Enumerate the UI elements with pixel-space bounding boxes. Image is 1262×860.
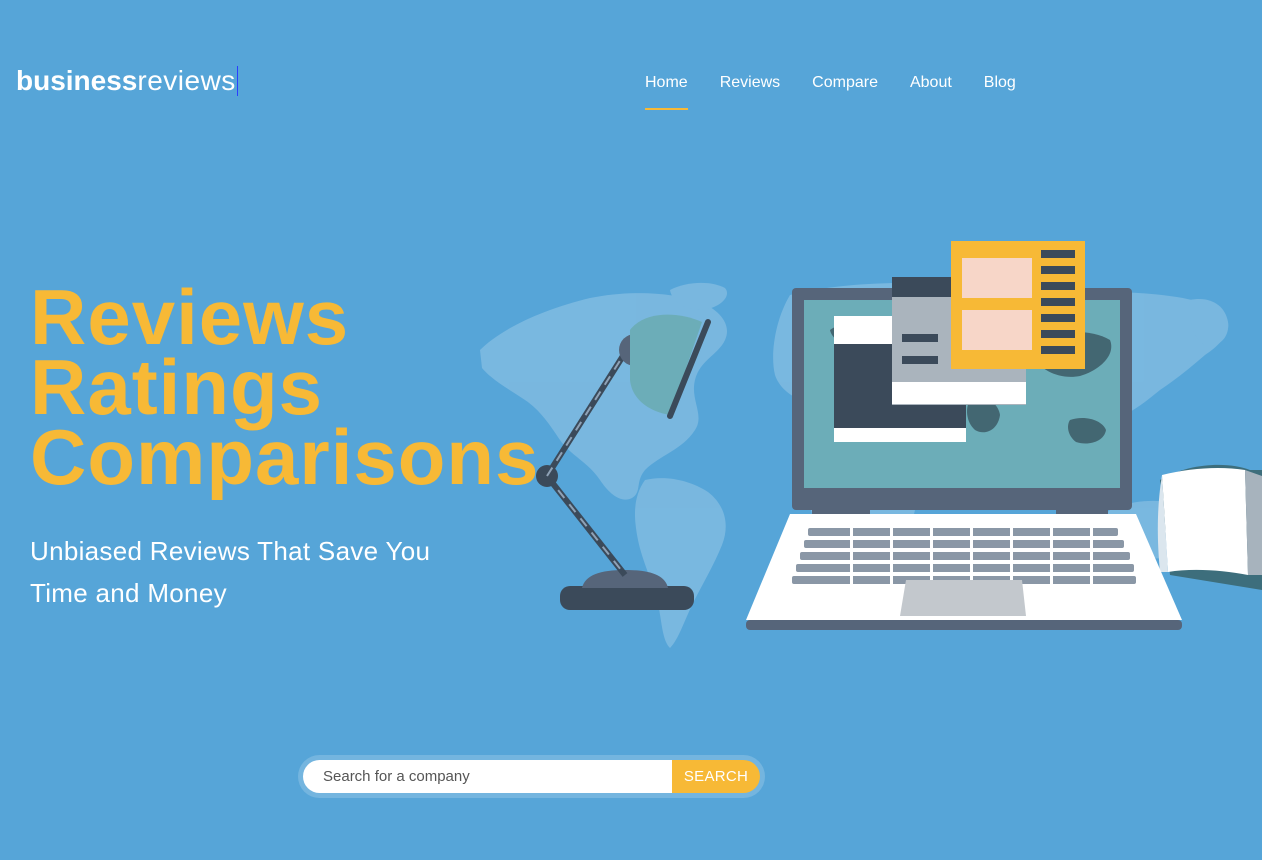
search-input[interactable] <box>303 760 672 793</box>
open-book-icon <box>1157 464 1262 590</box>
hero-line-reviews: Reviews <box>30 273 350 361</box>
text-caret <box>236 66 238 96</box>
logo-light-text: reviews <box>137 65 236 96</box>
search-bar: SEARCH <box>298 755 765 798</box>
hero-line-comparisons: Comparisons <box>30 413 540 501</box>
main-nav: Home Reviews Compare About Blog <box>645 74 1016 110</box>
hero-subtitle: Unbiased Reviews That Save You Time and … <box>30 536 431 608</box>
nav-item-compare[interactable]: Compare <box>812 74 878 110</box>
nav-item-about[interactable]: About <box>910 74 952 110</box>
search-button[interactable]: SEARCH <box>672 760 760 793</box>
logo-bold-text: business <box>16 65 138 96</box>
nav-item-reviews[interactable]: Reviews <box>720 74 780 110</box>
nav-item-home[interactable]: Home <box>645 74 688 110</box>
hero-illustration <box>480 241 1262 648</box>
hero-line-ratings: Ratings <box>30 343 324 431</box>
hero-headline: Reviews Ratings Comparisons <box>30 273 540 501</box>
nav-item-blog[interactable]: Blog <box>984 74 1016 110</box>
logo[interactable]: business reviews <box>16 64 238 98</box>
